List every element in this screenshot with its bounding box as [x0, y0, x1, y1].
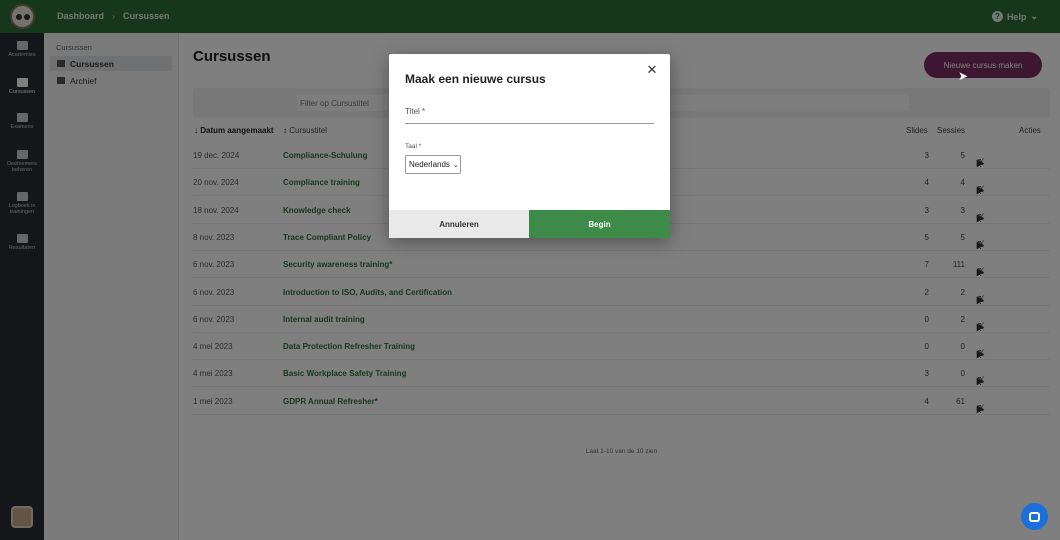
chat-launcher[interactable]	[1021, 503, 1048, 530]
language-label: Taal *	[405, 143, 422, 150]
language-value: Nederlands	[409, 160, 450, 169]
close-icon[interactable]: ✕	[645, 63, 659, 77]
mouse-pointer-icon: ➤	[958, 69, 969, 83]
language-select[interactable]: Nederlands ⌄	[405, 155, 461, 174]
title-field-label: Titel *	[405, 107, 426, 116]
new-course-dialog: Maak een nieuwe cursus ✕ Titel * Taal * …	[389, 54, 670, 238]
cancel-button[interactable]: Annuleren	[389, 210, 529, 238]
begin-button[interactable]: Begin	[529, 210, 670, 238]
title-field[interactable]: Titel *	[405, 106, 654, 124]
chat-icon	[1029, 511, 1040, 522]
dialog-title: Maak een nieuwe cursus	[405, 72, 546, 86]
chevron-down-icon: ⌄	[452, 161, 459, 169]
